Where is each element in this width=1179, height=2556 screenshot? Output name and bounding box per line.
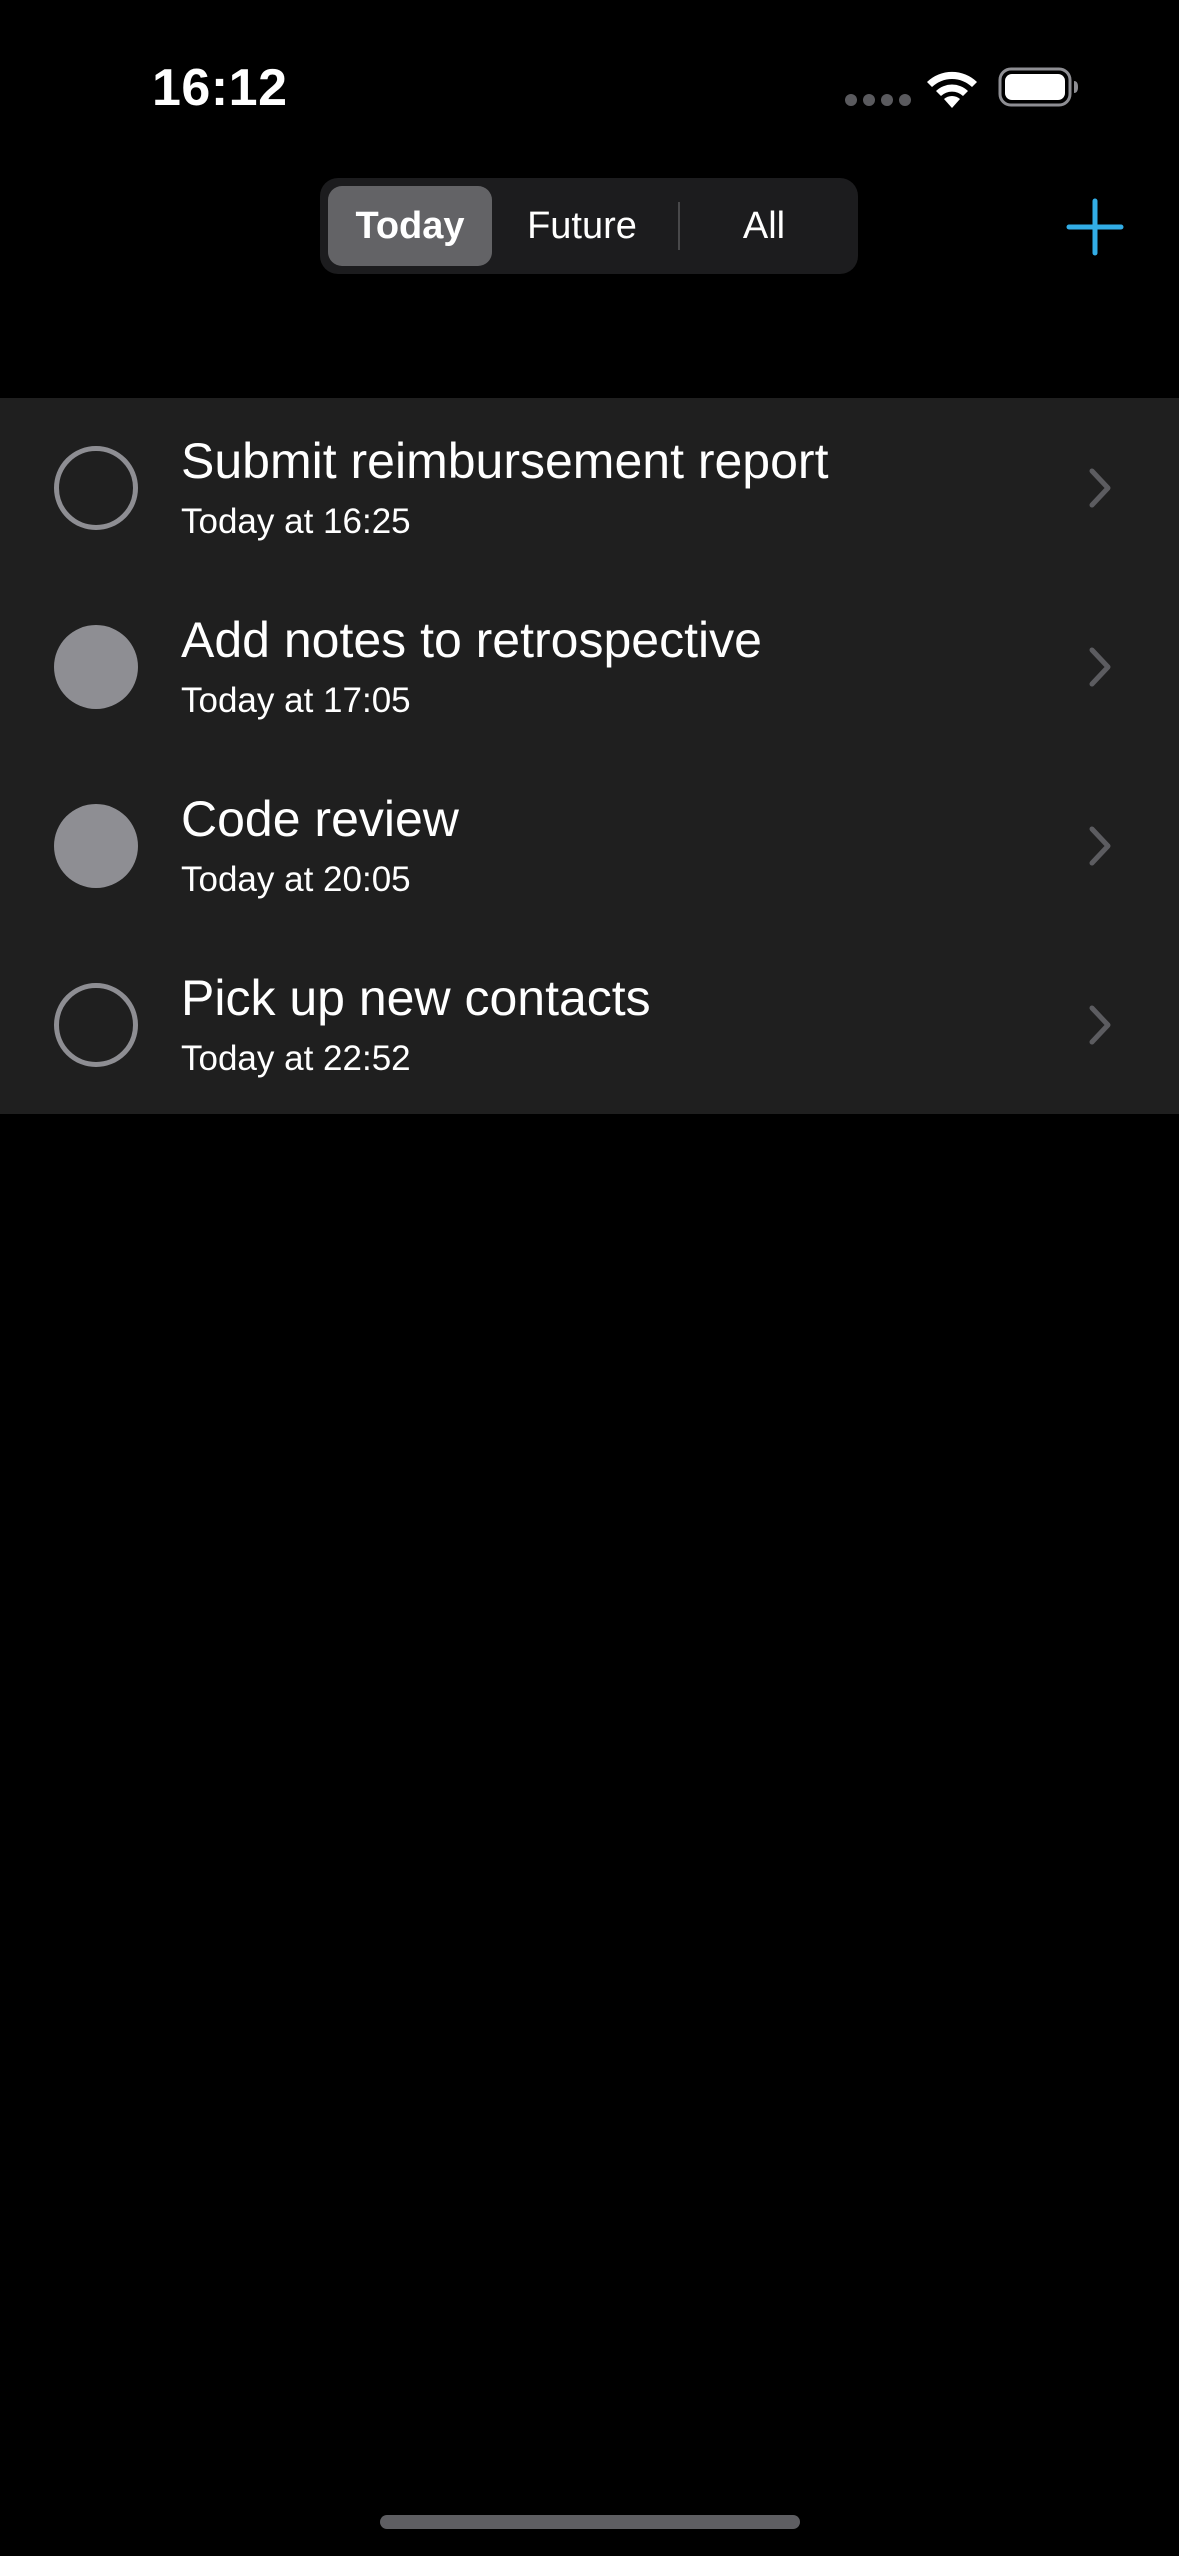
task-list: Submit reimbursement report Today at 16:… [0,398,1179,1114]
battery-icon [998,67,1078,107]
task-title: Add notes to retrospective [181,612,762,668]
chevron-right-icon [1089,468,1111,508]
status-time: 16:12 [152,59,288,117]
completed-circle-icon[interactable] [54,625,138,709]
completed-circle-icon[interactable] [54,804,138,888]
segment-future[interactable]: Future [494,186,670,266]
task-due-date: Today at 16:25 [181,502,411,541]
filter-segmented-control: Today Future All [320,178,858,274]
segment-today[interactable]: Today [328,186,492,266]
chevron-right-icon [1089,647,1111,687]
task-due-date: Today at 20:05 [181,860,411,899]
chevron-right-icon [1089,826,1111,866]
incomplete-circle-icon[interactable] [54,446,138,530]
task-due-date: Today at 17:05 [181,681,411,720]
task-row[interactable]: Pick up new contacts Today at 22:52 [0,935,1179,1114]
task-row[interactable]: Add notes to retrospective Today at 17:0… [0,577,1179,756]
incomplete-circle-icon[interactable] [54,983,138,1067]
task-due-date: Today at 22:52 [181,1039,411,1078]
task-row[interactable]: Code review Today at 20:05 [0,756,1179,935]
segment-all[interactable]: All [676,186,852,266]
cellular-signal-icon [845,94,911,106]
task-title: Submit reimbursement report [181,433,829,489]
task-title: Code review [181,791,459,847]
plus-icon[interactable] [1066,198,1124,256]
chevron-right-icon [1089,1005,1111,1045]
task-row[interactable]: Submit reimbursement report Today at 16:… [0,398,1179,577]
task-title: Pick up new contacts [181,970,651,1026]
wifi-icon [927,71,977,108]
home-indicator[interactable] [380,2515,800,2529]
